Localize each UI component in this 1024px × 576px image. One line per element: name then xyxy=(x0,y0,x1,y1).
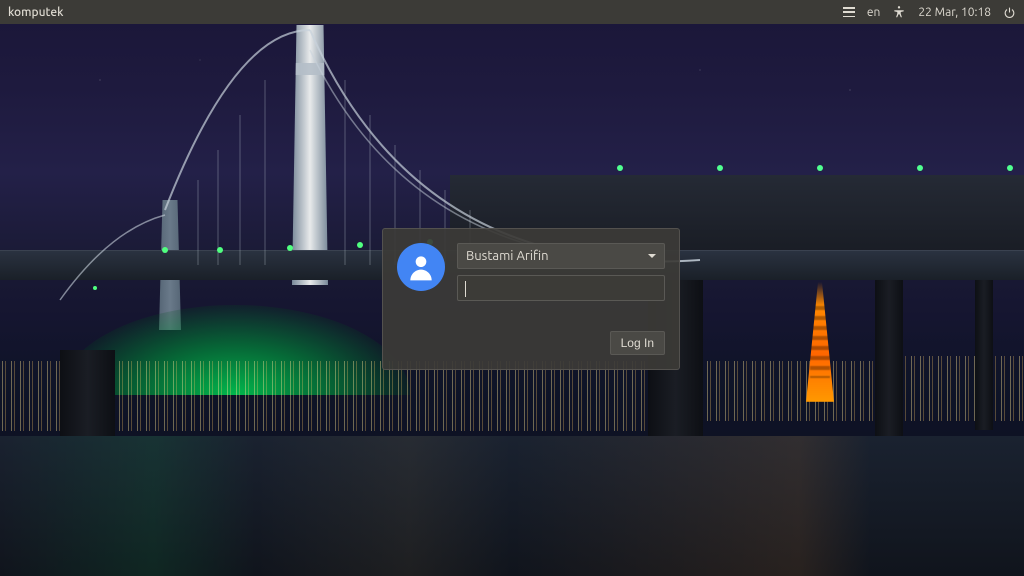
login-dialog: Bustami Arifin Log In xyxy=(382,228,680,370)
chevron-down-icon xyxy=(648,254,656,258)
power-indicator[interactable] xyxy=(1003,6,1016,19)
clock-indicator[interactable]: 22 Mar, 10:18 xyxy=(918,6,991,19)
login-button[interactable]: Log In xyxy=(610,331,665,355)
accessibility-icon xyxy=(892,5,906,19)
hamburger-icon xyxy=(843,7,855,17)
language-indicator[interactable]: en xyxy=(867,6,880,19)
password-field[interactable] xyxy=(457,275,665,301)
selected-username: Bustami Arifin xyxy=(466,249,549,263)
top-panel: komputek en 22 Mar, 10:18 xyxy=(0,0,1024,24)
user-avatar xyxy=(397,243,445,291)
menu-indicator[interactable] xyxy=(843,7,855,17)
user-selector[interactable]: Bustami Arifin xyxy=(457,243,665,269)
power-icon xyxy=(1003,6,1016,19)
hostname-label: komputek xyxy=(8,6,63,19)
accessibility-indicator[interactable] xyxy=(892,5,906,19)
person-icon xyxy=(405,251,437,283)
